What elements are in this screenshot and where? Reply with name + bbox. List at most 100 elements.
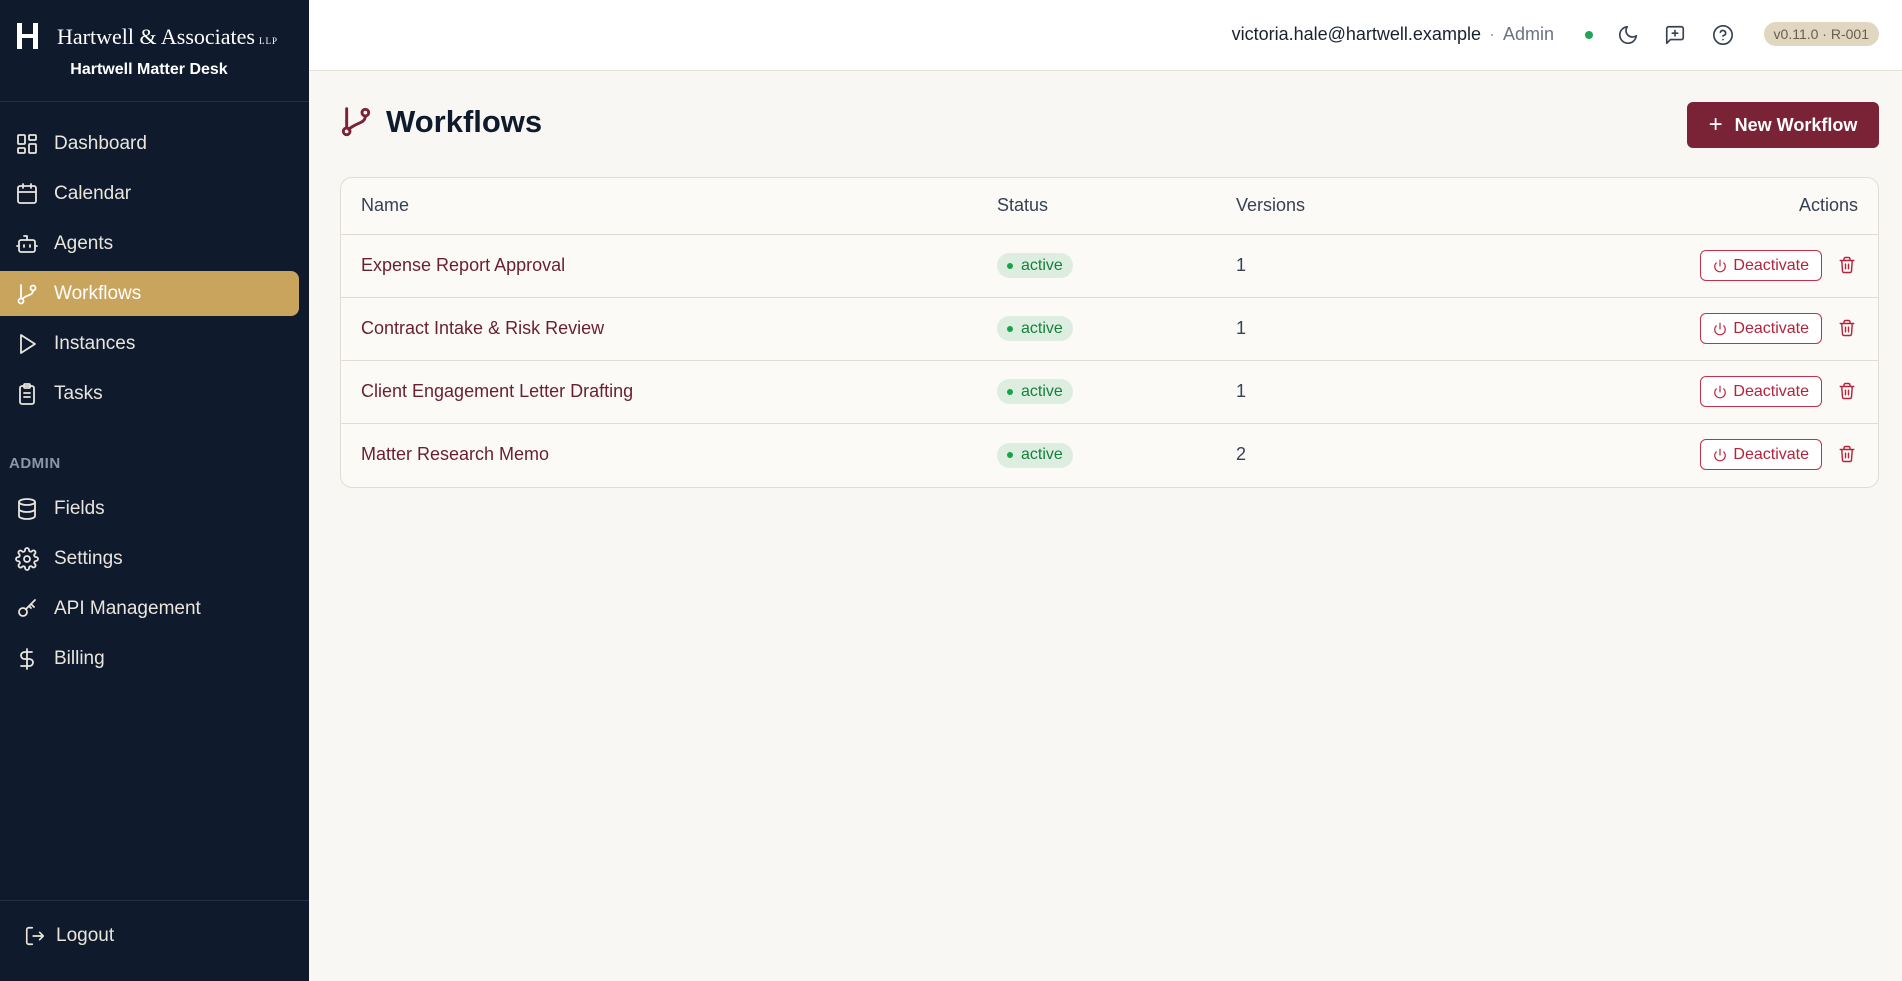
sidebar-item-label: Instances bbox=[54, 332, 136, 354]
workflow-name-link[interactable]: Client Engagement Letter Drafting bbox=[361, 381, 633, 401]
brand-header: Hartwell & Associates LLP Hartwell Matter… bbox=[0, 0, 309, 102]
git-branch-icon bbox=[14, 281, 40, 307]
logout-icon bbox=[25, 926, 45, 946]
help-button[interactable] bbox=[1710, 22, 1736, 48]
sidebar-item-calendar[interactable]: Calendar bbox=[0, 171, 299, 216]
workflow-name-link[interactable]: Matter Research Memo bbox=[361, 444, 549, 464]
workflow-name-link[interactable]: Contract Intake & Risk Review bbox=[361, 318, 604, 338]
connection-status-indicator bbox=[1585, 31, 1593, 39]
admin-section-heading: ADMIN bbox=[9, 455, 61, 472]
status-dot-icon bbox=[1007, 452, 1013, 458]
column-header-status[interactable]: Status bbox=[997, 178, 1236, 235]
workflow-name-link[interactable]: Expense Report Approval bbox=[361, 255, 565, 275]
page-header: Workflows bbox=[340, 104, 542, 140]
new-workflow-button[interactable]: + New Workflow bbox=[1687, 102, 1879, 148]
status-dot-icon bbox=[1007, 325, 1013, 332]
key-icon bbox=[14, 596, 40, 622]
sidebar-item-agents[interactable]: Agents bbox=[0, 221, 299, 266]
table-header-row: Name Status Versions Actions bbox=[341, 178, 1878, 235]
versions-count: 1 bbox=[1236, 255, 1247, 275]
table-row: Expense Report Approval active 1 Deactiv… bbox=[341, 234, 1878, 298]
table-row: Client Engagement Letter Drafting active… bbox=[341, 360, 1878, 424]
plus-icon: + bbox=[1708, 111, 1723, 138]
status-badge: active bbox=[997, 442, 1073, 468]
theme-toggle-button[interactable] bbox=[1615, 22, 1641, 48]
sidebar-footer: Logout bbox=[0, 900, 309, 981]
sidebar-item-label: Fields bbox=[54, 497, 105, 519]
sidebar-item-fields[interactable]: Fields bbox=[0, 486, 299, 531]
version-badge: v0.11.0 · R-001 bbox=[1763, 22, 1879, 46]
status-dot-icon bbox=[1007, 388, 1013, 395]
brand-suffix: LLP bbox=[258, 36, 278, 46]
sidebar-item-label: Calendar bbox=[54, 182, 132, 204]
dollar-icon bbox=[14, 646, 40, 672]
gear-icon bbox=[14, 546, 40, 572]
help-circle-icon bbox=[1713, 25, 1733, 45]
sidebar-item-billing[interactable]: Billing bbox=[0, 636, 299, 681]
sidebar-item-label: Workflows bbox=[54, 282, 142, 304]
table-row: Matter Research Memo active 2 Deactivate bbox=[341, 423, 1878, 486]
status-dot-icon bbox=[1007, 262, 1013, 269]
main-nav: Dashboard Calendar Agents Workflows Inst… bbox=[0, 121, 309, 421]
moon-icon bbox=[1618, 25, 1638, 45]
admin-nav: Fields Settings API Management Billing bbox=[0, 486, 309, 686]
sidebar-item-label: Settings bbox=[54, 547, 123, 569]
column-header-versions[interactable]: Versions bbox=[1236, 178, 1536, 235]
power-icon bbox=[1714, 385, 1727, 398]
deactivate-button[interactable]: Deactivate bbox=[1700, 439, 1822, 471]
database-icon bbox=[14, 496, 40, 522]
versions-count: 2 bbox=[1236, 444, 1247, 465]
delete-button[interactable] bbox=[1838, 319, 1858, 339]
status-badge: active bbox=[997, 379, 1073, 405]
clipboard-icon bbox=[14, 381, 40, 407]
git-branch-icon bbox=[341, 107, 371, 137]
delete-button[interactable] bbox=[1838, 256, 1858, 276]
power-icon bbox=[1714, 322, 1727, 335]
calendar-icon bbox=[14, 181, 40, 207]
delete-button[interactable] bbox=[1838, 445, 1858, 465]
column-header-name[interactable]: Name bbox=[341, 178, 997, 235]
sidebar-item-workflows[interactable]: Workflows bbox=[0, 271, 299, 316]
sidebar-item-settings[interactable]: Settings bbox=[0, 536, 299, 581]
message-plus-icon bbox=[1665, 25, 1685, 45]
logout-label: Logout bbox=[56, 925, 115, 946]
play-icon bbox=[14, 331, 40, 357]
new-workflow-label: New Workflow bbox=[1734, 114, 1858, 135]
trash-icon bbox=[1839, 256, 1855, 273]
deactivate-button[interactable]: Deactivate bbox=[1700, 313, 1822, 344]
deactivate-button[interactable]: Deactivate bbox=[1700, 376, 1822, 407]
sidebar-item-tasks[interactable]: Tasks bbox=[0, 371, 299, 416]
trash-icon bbox=[1839, 319, 1855, 336]
user-role: Admin bbox=[1502, 24, 1554, 44]
workflows-table: Name Status Versions Actions Expense Rep… bbox=[340, 177, 1879, 488]
robot-icon bbox=[14, 231, 40, 257]
brand-logo-icon bbox=[17, 23, 38, 49]
sidebar-item-label: Billing bbox=[54, 647, 105, 669]
feedback-button[interactable] bbox=[1662, 22, 1688, 48]
logout-button[interactable]: Logout bbox=[24, 925, 114, 947]
sidebar-item-dashboard[interactable]: Dashboard bbox=[0, 121, 299, 166]
power-icon bbox=[1714, 448, 1727, 462]
sidebar-item-label: Agents bbox=[54, 232, 114, 254]
sidebar-item-label: API Management bbox=[54, 597, 201, 619]
deactivate-button[interactable]: Deactivate bbox=[1700, 250, 1822, 281]
page-title: Workflows bbox=[386, 104, 543, 139]
versions-count: 1 bbox=[1236, 318, 1247, 338]
delete-button[interactable] bbox=[1838, 382, 1858, 402]
column-header-actions: Actions bbox=[1536, 178, 1878, 235]
sidebar-item-api-management[interactable]: API Management bbox=[0, 586, 299, 631]
status-badge: active bbox=[997, 253, 1073, 279]
power-icon bbox=[1714, 259, 1727, 272]
user-email: victoria.hale@hartwell.example bbox=[1231, 24, 1481, 44]
trash-icon bbox=[1839, 382, 1855, 399]
sidebar: Hartwell & Associates LLP Hartwell Matter… bbox=[0, 0, 309, 981]
sidebar-item-label: Dashboard bbox=[54, 132, 147, 154]
user-separator: · bbox=[1488, 24, 1495, 44]
brand-subtitle: Hartwell Matter Desk bbox=[70, 61, 228, 78]
brand-name: Hartwell & Associates LLP bbox=[57, 24, 278, 49]
status-badge: active bbox=[997, 316, 1073, 342]
table-row: Contract Intake & Risk Review active 1 D… bbox=[341, 297, 1878, 361]
sidebar-item-instances[interactable]: Instances bbox=[0, 321, 299, 366]
sidebar-item-label: Tasks bbox=[54, 382, 103, 404]
dashboard-icon bbox=[14, 131, 40, 157]
